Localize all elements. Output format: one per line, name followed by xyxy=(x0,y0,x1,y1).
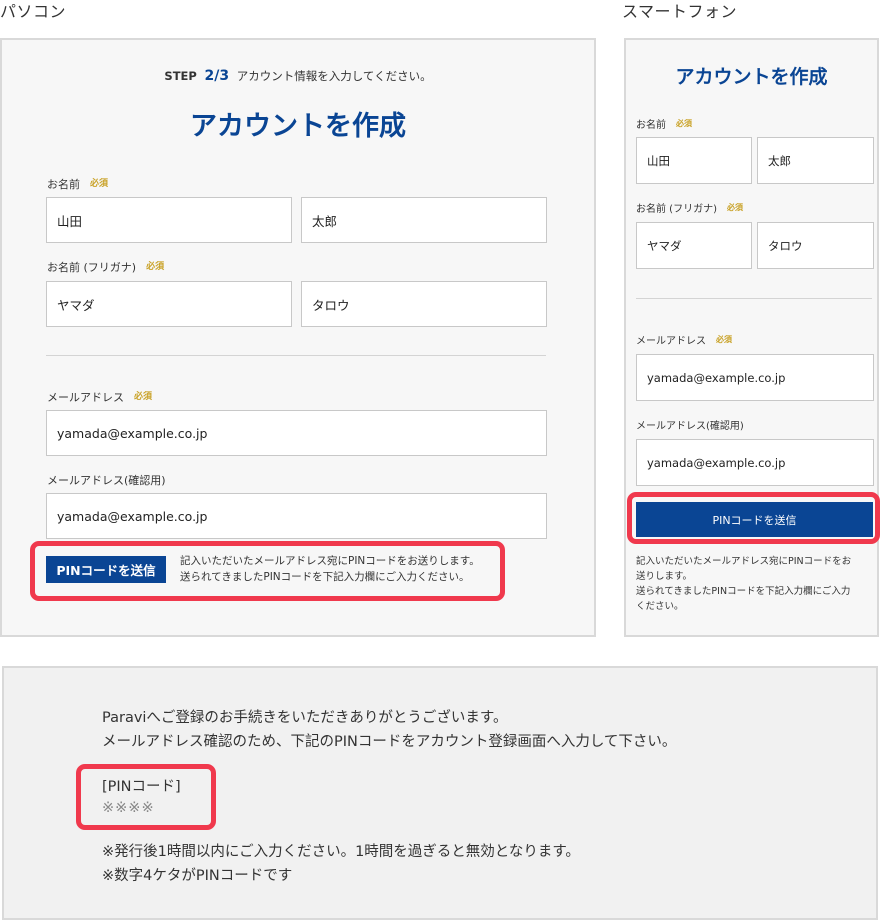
sp-email-input[interactable]: yamada@example.co.jp xyxy=(636,354,874,401)
step-text: アカウント情報を入力してください。 xyxy=(236,69,432,83)
mail-pin-highlight xyxy=(76,764,216,830)
email-confirm-input[interactable]: yamada@example.co.jp xyxy=(46,493,547,539)
sp-pin-note: 記入いただいたメールアドレス宛にPINコードをお 送りします。 送られてきました… xyxy=(636,556,852,612)
kana-label: お名前 (フリガナ) 必須 xyxy=(47,261,165,274)
sp-first-name-input[interactable]: 太郎 xyxy=(757,137,874,184)
sp-first-kana-input[interactable]: タロウ xyxy=(757,222,874,269)
caption-pc: パソコン xyxy=(0,2,67,21)
sp-name-label: お名前 必須 xyxy=(636,119,692,131)
mail-line-1: Paraviへご登録のお手続きをいただきありがとうございます。 xyxy=(102,710,508,726)
required-badge: 必須 xyxy=(146,262,165,272)
required-badge: 必須 xyxy=(676,119,692,128)
required-badge: 必須 xyxy=(134,392,153,402)
mail-note-2: ※数字4ケタがPINコードです xyxy=(102,868,293,884)
sp-email-confirm-input[interactable]: yamada@example.co.jp xyxy=(636,439,874,486)
first-kana-input[interactable]: タロウ xyxy=(301,281,547,327)
sp-page-title: アカウントを作成 xyxy=(675,66,828,88)
sp-email-label: メールアドレス 必須 xyxy=(636,335,732,347)
required-badge: 必須 xyxy=(726,203,743,212)
mail-note-1: ※発行後1時間以内にご入力ください。1時間を過ぎると無効となります。 xyxy=(102,844,580,860)
sp-section-divider xyxy=(636,298,872,299)
name-label: お名前 必須 xyxy=(47,178,109,191)
step-prefix: STEP xyxy=(164,69,197,83)
page-title: アカウントを作成 xyxy=(190,111,406,142)
email-input[interactable]: yamada@example.co.jp xyxy=(46,410,547,456)
sp-form-panel: アカウントを作成 お名前 必須 山田 太郎 お名前 (フリガナ) 必須 ヤマダ タロ… xyxy=(624,38,879,637)
required-badge: 必須 xyxy=(90,179,109,189)
step-number: 2/3 xyxy=(204,68,230,84)
sp-kana-label: お名前 (フリガナ) 必須 xyxy=(636,203,743,215)
first-name-input[interactable]: 太郎 xyxy=(301,197,547,243)
email-label: メールアドレス 必須 xyxy=(47,391,153,404)
last-name-input[interactable]: 山田 xyxy=(46,197,292,243)
mail-line-2: メールアドレス確認のため、下記のPINコードをアカウント登録画面へ入力して下さい… xyxy=(102,734,677,750)
required-badge: 必須 xyxy=(716,335,732,344)
last-kana-input[interactable]: ヤマダ xyxy=(46,281,292,327)
caption-smartphone: スマートフォン xyxy=(622,2,738,21)
section-divider xyxy=(46,355,546,356)
sp-email-confirm-label: メールアドレス(確認用) xyxy=(636,421,744,432)
step-indicator: STEP 2/3 アカウント情報を入力してください。 xyxy=(2,68,594,84)
email-confirm-label: メールアドレス(確認用) xyxy=(47,474,166,487)
pc-highlight xyxy=(30,541,505,601)
sp-highlight xyxy=(627,492,880,544)
sp-last-name-input[interactable]: 山田 xyxy=(636,137,752,184)
sp-last-kana-input[interactable]: ヤマダ xyxy=(636,222,752,269)
